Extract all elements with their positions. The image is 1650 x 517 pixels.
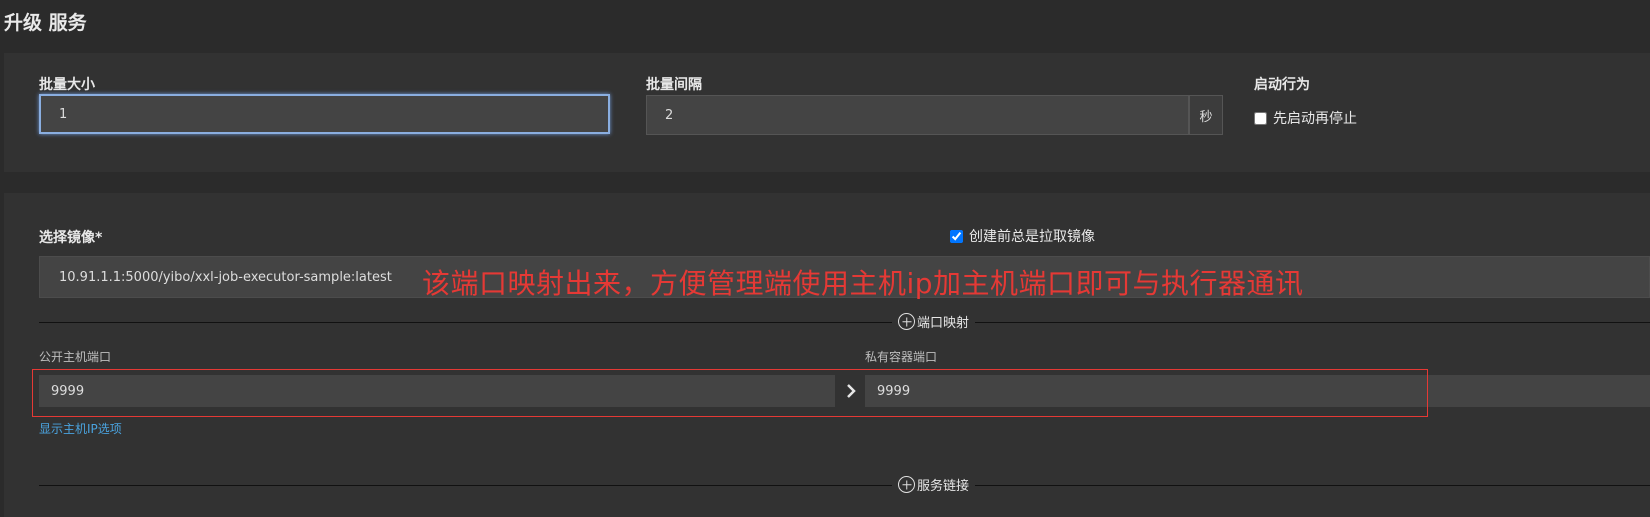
image-value: 10.91.1.1:5000/yibo/xxl-job-executor-sam…: [59, 269, 392, 285]
plus-circle-icon: [898, 313, 915, 330]
add-port-mapping-button[interactable]: 端口映射: [892, 312, 976, 331]
batch-size-input[interactable]: [39, 94, 610, 134]
batch-interval-input[interactable]: [646, 95, 1189, 135]
batch-size-label: 批量大小: [39, 77, 95, 93]
service-links-label: 服务链接: [917, 479, 970, 494]
start-first-checkbox[interactable]: [1254, 111, 1267, 125]
start-first-option[interactable]: 先启动再停止: [1254, 108, 1357, 128]
show-host-ip-link[interactable]: 显示主机IP选项: [39, 420, 122, 437]
add-service-link-button[interactable]: 服务链接: [892, 475, 976, 494]
always-pull-checkbox[interactable]: [950, 229, 963, 243]
service-config-panel: [4, 193, 1650, 517]
image-label: 选择镜像*: [39, 230, 103, 246]
public-port-input[interactable]: [39, 375, 835, 407]
plus-circle-icon: [898, 476, 915, 493]
public-port-label: 公开主机端口: [39, 350, 112, 364]
start-first-label: 先启动再停止: [1273, 111, 1357, 127]
port-mapping-divider: [39, 322, 1650, 323]
always-pull-option[interactable]: 创建前总是拉取镜像: [950, 226, 1095, 246]
page-title: 升级 服务: [4, 12, 87, 34]
batch-interval-unit: 秒: [1189, 95, 1223, 135]
always-pull-label: 创建前总是拉取镜像: [969, 229, 1095, 245]
annotation-text: 该端口映射出来，方便管理端使用主机ip加主机端口即可与执行器通讯: [422, 267, 1304, 300]
chevron-right-icon: [843, 383, 859, 399]
service-links-divider: [39, 485, 1650, 486]
private-port-input[interactable]: [865, 375, 1650, 407]
batch-interval-label: 批量间隔: [646, 77, 702, 93]
start-behavior-label: 启动行为: [1254, 77, 1310, 93]
private-port-label: 私有容器端口: [865, 350, 938, 364]
port-mapping-label: 端口映射: [917, 316, 970, 331]
